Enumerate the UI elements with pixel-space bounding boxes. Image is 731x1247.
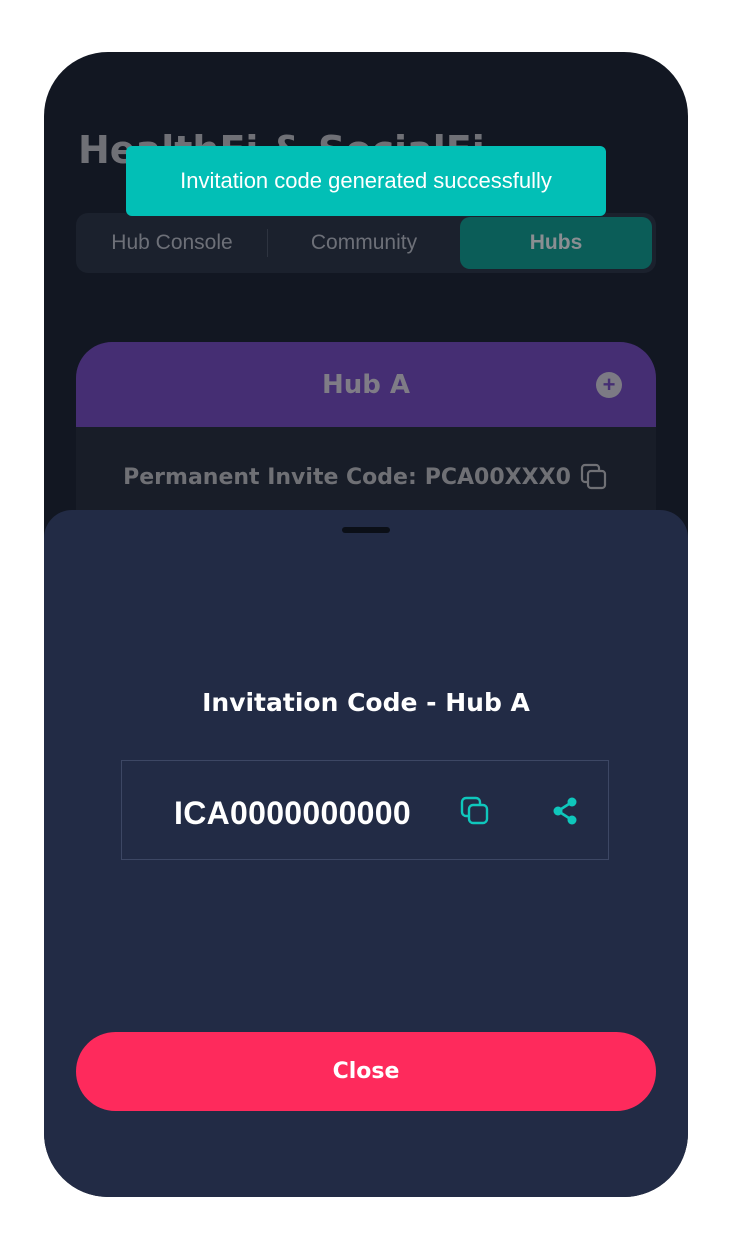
hub-header: Hub A + [76,342,656,427]
tab-community[interactable]: Community [268,217,460,269]
tab-hubs[interactable]: Hubs [460,217,652,269]
sheet-drag-handle[interactable] [342,527,390,533]
hub-title: Hub A [321,369,411,400]
success-toast: Invitation code generated successfully [126,146,606,216]
invitation-code-value: ICA0000000000 [174,795,411,831]
tab-hub-console[interactable]: Hub Console [76,217,268,269]
sheet-title: Invitation Code - Hub A [202,688,530,717]
copy-icon[interactable] [579,462,609,492]
phone-screen: HealthFi & SocialFi Hub Console Communit… [44,52,688,1197]
tab-bar: Hub Console Community Hubs [76,213,656,273]
close-button[interactable]: Close [76,1032,656,1111]
invitation-bottom-sheet: Invitation Code - Hub A ICA0000000000 Cl… [44,510,688,1197]
invitation-code-box: ICA0000000000 [121,760,609,860]
permanent-invite-code: PCA00XXX0 [424,464,571,490]
plus-circle-icon[interactable]: + [596,372,622,398]
copy-icon[interactable] [459,795,491,827]
permanent-invite-label: Permanent Invite Code: [123,464,417,490]
share-icon[interactable] [550,795,580,827]
